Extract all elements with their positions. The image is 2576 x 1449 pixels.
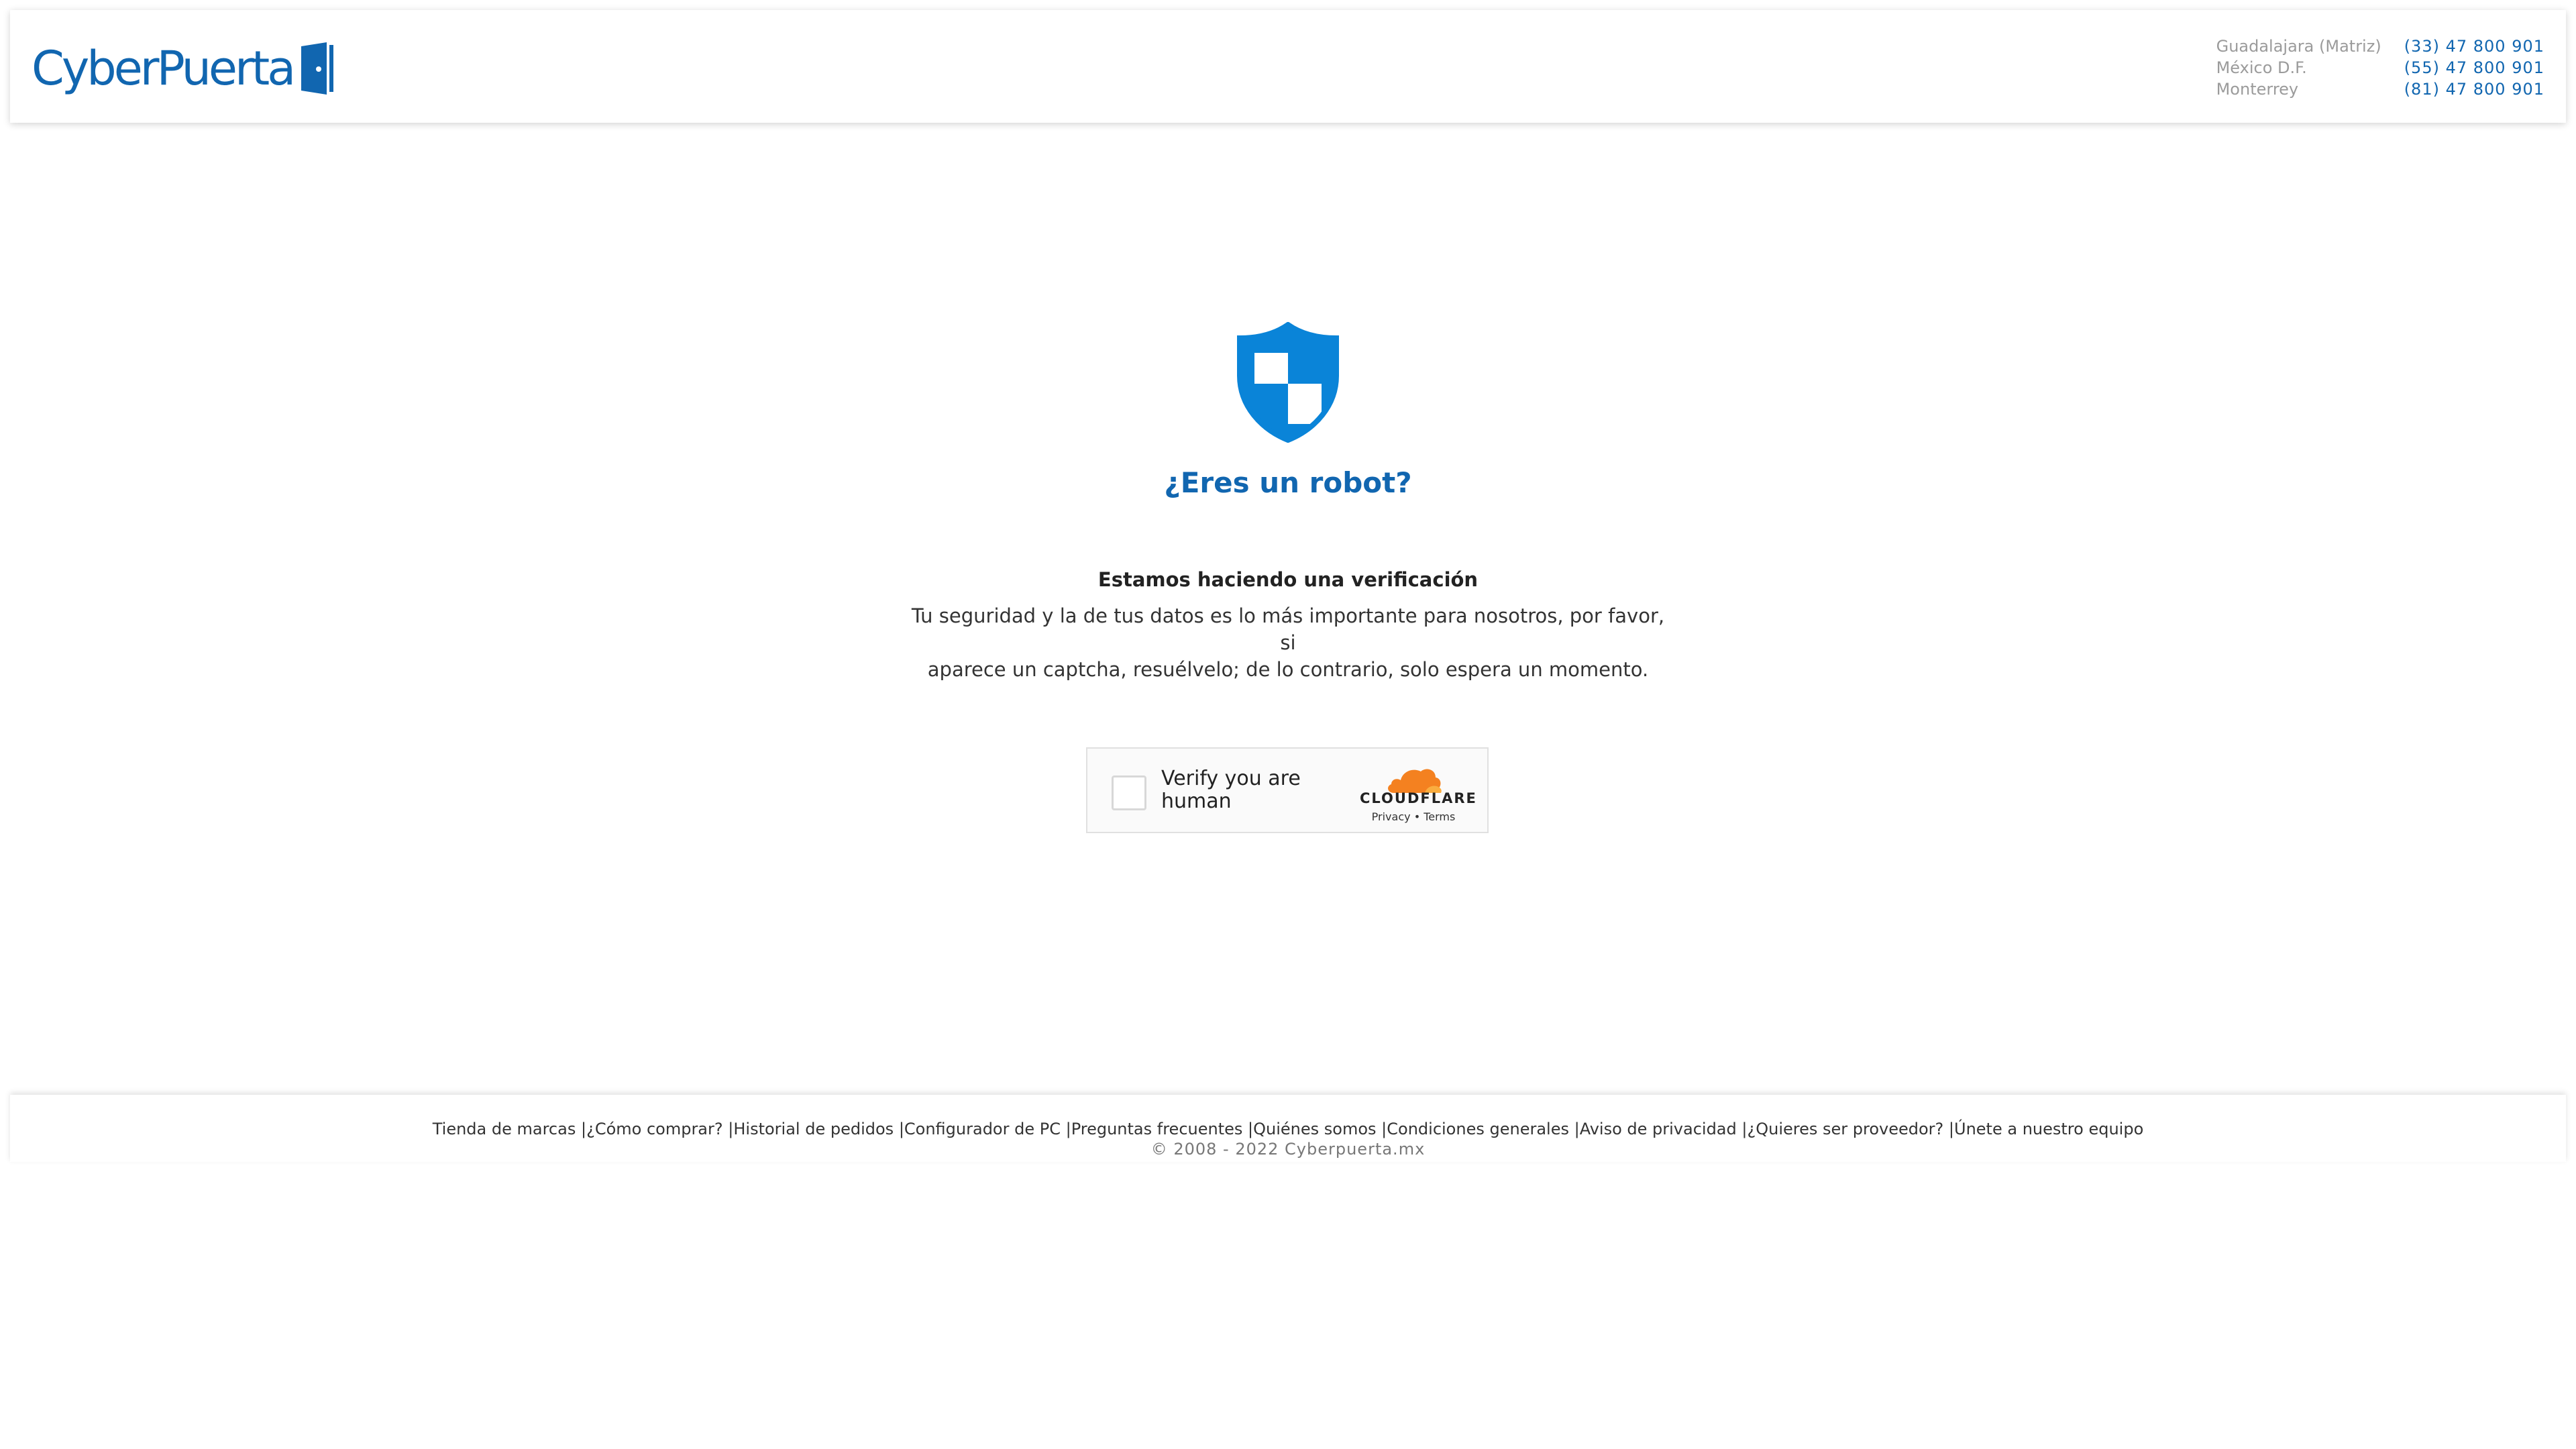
cloudflare-turnstile-widget: Verify you are human CLOUDFLARE Privacy … (1086, 747, 1489, 833)
page-title: ¿Eres un robot? (1164, 466, 1412, 499)
footer-separator: | (1065, 1120, 1071, 1138)
contact-phone[interactable]: (81) 47 800 901 (2404, 80, 2544, 99)
shield-icon (1237, 322, 1339, 443)
site-header: CyberPuerta Guadalajara (Matriz) (33) 47… (10, 10, 2566, 123)
footer-separator: | (898, 1120, 904, 1138)
description-line: aparece un captcha, resuélvelo; de lo co… (927, 658, 1649, 681)
site-footer: Tienda de marcas |¿Cómo comprar? |Histor… (10, 1095, 2566, 1162)
privacy-link[interactable]: Privacy (1372, 810, 1411, 823)
footer-separator: | (1948, 1120, 1955, 1138)
footer-link[interactable]: Condiciones generales (1387, 1120, 1569, 1138)
cloudflare-links: Privacy • Terms (1360, 810, 1467, 823)
cloudflare-wordmark: CLOUDFLARE (1360, 790, 1477, 806)
verification-heading: Estamos haciendo una verificación (1097, 568, 1479, 591)
contact-city: México D.F. (2216, 58, 2307, 77)
footer-link[interactable]: ¿Cómo comprar? (586, 1120, 723, 1138)
footer-links: Tienda de marcas |¿Cómo comprar? |Histor… (10, 1095, 2566, 1139)
footer-link[interactable]: ¿Quieres ser proveedor? (1747, 1120, 1943, 1138)
contact-city: Monterrey (2216, 80, 2299, 99)
footer-link[interactable]: Configurador de PC (904, 1120, 1061, 1138)
logo-wordmark: CyberPuerta (32, 41, 296, 96)
cyberpuerta-logo[interactable]: CyberPuerta (32, 38, 337, 99)
footer-link[interactable]: Tienda de marcas (433, 1120, 576, 1138)
verify-label: Verify you are human (1161, 767, 1301, 813)
description-line: Tu seguridad y la de tus datos es lo más… (911, 604, 1665, 654)
verification-description: Tu seguridad y la de tus datos es lo más… (906, 602, 1670, 683)
terms-link[interactable]: Terms (1424, 810, 1455, 823)
cloudflare-branding: CLOUDFLARE Privacy • Terms (1360, 763, 1477, 823)
footer-separator: | (580, 1120, 587, 1138)
link-separator: • (1413, 810, 1421, 823)
footer-link[interactable]: Quiénes somos (1253, 1120, 1376, 1138)
footer-separator: | (1248, 1120, 1254, 1138)
contact-phone[interactable]: (55) 47 800 901 (2404, 58, 2544, 77)
footer-link[interactable]: Historial de pedidos (733, 1120, 894, 1138)
verification-section: ¿Eres un robot? Estamos haciendo una ver… (0, 322, 2576, 683)
contact-city: Guadalajara (Matriz) (2216, 37, 2381, 56)
footer-separator: | (1574, 1120, 1580, 1138)
verify-checkbox[interactable] (1112, 775, 1146, 810)
footer-link[interactable]: Únete a nuestro equipo (1954, 1120, 2143, 1138)
door-logo-icon (301, 42, 334, 95)
footer-link[interactable]: Preguntas frecuentes (1071, 1120, 1243, 1138)
footer-link[interactable]: Aviso de privacidad (1580, 1120, 1737, 1138)
contact-phones: Guadalajara (Matriz) (33) 47 800 901 Méx… (2216, 37, 2544, 99)
contact-phone[interactable]: (33) 47 800 901 (2404, 37, 2544, 56)
copyright-text: © 2008 - 2022 Cyberpuerta.mx (1150, 1140, 1426, 1159)
